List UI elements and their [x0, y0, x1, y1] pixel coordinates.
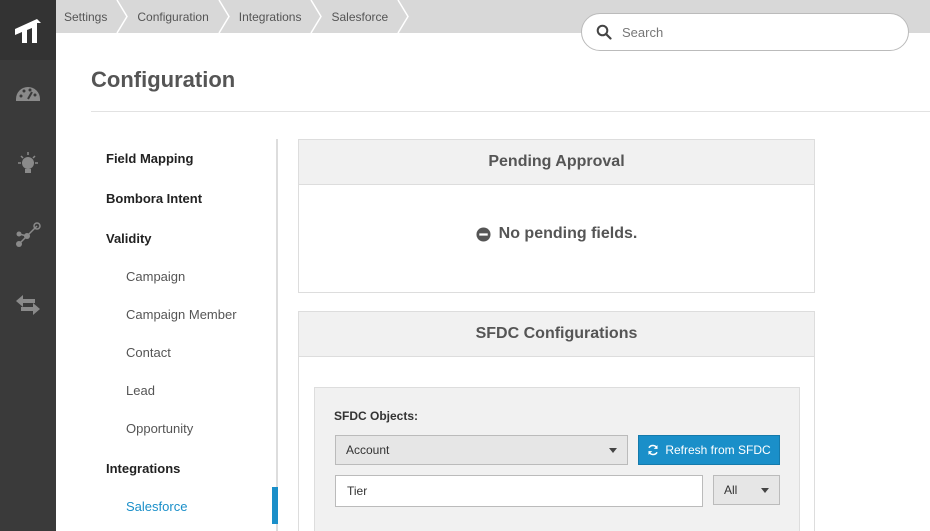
breadcrumb-separator-icon — [397, 0, 410, 33]
pending-message: No pending fields. — [299, 185, 814, 283]
sfdc-configurations-panel: SFDC Configurations SFDC Objects: Accoun… — [298, 311, 815, 531]
sfdc-objects-label: SFDC Objects: — [334, 409, 419, 423]
nav-item-campaign-member[interactable]: Campaign Member — [126, 307, 237, 322]
breadcrumb-item-integrations[interactable]: Integrations — [231, 0, 324, 33]
nav-item-validity[interactable]: Validity — [106, 231, 152, 246]
dashboard-icon[interactable] — [0, 64, 56, 124]
breadcrumb-separator-icon — [218, 0, 230, 33]
chevron-down-icon — [761, 488, 769, 493]
pending-approval-title: Pending Approval — [299, 140, 814, 185]
page-title: Configuration — [91, 67, 236, 92]
nav-item-opportunity[interactable]: Opportunity — [126, 421, 193, 436]
network-icon[interactable] — [0, 205, 56, 265]
pending-approval-panel: Pending Approval No pending fields. — [298, 139, 815, 293]
filter-type-select[interactable]: All — [713, 475, 780, 505]
breadcrumb-item-salesforce[interactable]: Salesforce — [323, 0, 410, 33]
app-logo-icon[interactable] — [0, 0, 56, 60]
breadcrumb-item-settings[interactable]: Settings — [56, 0, 129, 33]
breadcrumb-item-configuration[interactable]: Configuration — [129, 0, 230, 33]
nav-item-lead[interactable]: Lead — [126, 383, 155, 398]
sfdc-object-select[interactable]: Account — [335, 435, 628, 465]
refresh-from-sfdc-label: Refresh from SFDC — [665, 443, 771, 457]
lightbulb-icon[interactable] — [0, 134, 56, 194]
search-box — [581, 13, 909, 51]
active-nav-indicator — [272, 487, 278, 524]
nav-item-integrations[interactable]: Integrations — [106, 461, 180, 476]
nav-item-campaign[interactable]: Campaign — [126, 269, 185, 284]
search-input[interactable] — [622, 24, 882, 40]
search-icon — [596, 24, 612, 40]
refresh-from-sfdc-button[interactable]: Refresh from SFDC — [638, 435, 780, 465]
left-rail — [0, 0, 56, 531]
chevron-down-icon — [609, 448, 617, 453]
config-sidenav: Field Mapping Bombora Intent Validity Ca… — [91, 139, 278, 531]
breadcrumb-separator-icon — [116, 0, 129, 33]
nav-item-bombora-intent[interactable]: Bombora Intent — [106, 191, 202, 206]
sfdc-object-select-value: Account — [346, 443, 390, 457]
refresh-icon — [648, 444, 659, 456]
sfdc-objects-section: SFDC Objects: Account Refresh from SFDC … — [314, 387, 800, 531]
nav-item-contact[interactable]: Contact — [126, 345, 171, 360]
pending-message-text: No pending fields. — [498, 225, 638, 242]
filter-type-select-value: All — [724, 483, 738, 497]
sync-arrows-icon[interactable] — [0, 275, 56, 335]
minus-circle-icon — [476, 226, 491, 242]
title-divider — [91, 111, 930, 112]
breadcrumb-separator-icon — [310, 0, 323, 33]
field-filter-input[interactable] — [335, 475, 703, 507]
sfdc-configurations-title: SFDC Configurations — [299, 312, 814, 357]
nav-item-salesforce[interactable]: Salesforce — [126, 499, 187, 514]
nav-item-field-mapping[interactable]: Field Mapping — [106, 151, 193, 166]
